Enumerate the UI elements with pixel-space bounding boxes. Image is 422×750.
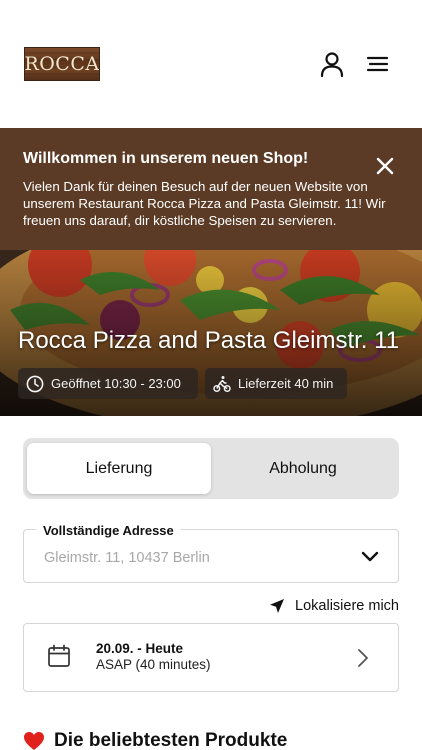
popular-products-heading: Die beliebtesten Produkte (23, 730, 287, 750)
address-label: Vollständige Adresse (36, 523, 181, 538)
locate-me-label: Lokalisiere mich (295, 598, 399, 614)
schedule-selector[interactable] (23, 623, 399, 692)
rocca-logo[interactable]: ROCCA (24, 47, 100, 81)
popular-products-title: Die beliebtesten Produkte (54, 730, 288, 750)
user-icon (320, 52, 344, 77)
pickup-option[interactable]: Abholung (211, 443, 395, 494)
locate-me-button[interactable]: Lokalisiere mich (269, 598, 399, 614)
chevron-right-icon[interactable] (356, 648, 370, 668)
logo-text: ROCCA (24, 53, 100, 75)
address-input[interactable] (44, 550, 344, 566)
delivery-time-text: Lieferzeit 40 min (238, 376, 334, 391)
location-arrow-icon (270, 599, 285, 613)
welcome-banner: Willkommen in unserem neuen Shop! Vielen… (0, 128, 422, 250)
calendar-icon (48, 644, 70, 667)
restaurant-name: Rocca Pizza and Pasta Gleimstr. 11 (18, 327, 400, 354)
delivery-time-chip: Lieferzeit 40 min (205, 368, 347, 399)
restaurant-hero: Rocca Pizza and Pasta Gleimstr. 11 Geöff… (0, 250, 422, 416)
app-header: ROCCA (0, 0, 422, 128)
hamburger-menu-icon (366, 56, 389, 72)
account-button[interactable] (319, 50, 345, 78)
delivery-option[interactable]: Lieferung (27, 443, 211, 494)
opening-hours-text: Geöffnet 10:30 - 23:00 (51, 376, 181, 391)
menu-button[interactable] (364, 50, 390, 78)
banner-title: Willkommen in unserem neuen Shop! (23, 150, 309, 167)
opening-hours-chip: Geöffnet 10:30 - 23:00 (18, 368, 198, 399)
banner-text: Vielen Dank für deinen Besuch auf der ne… (23, 179, 386, 228)
schedule-time: ASAP (40 minutes) (96, 657, 211, 672)
heart-icon (24, 732, 44, 750)
clock-icon (26, 375, 44, 392)
delivery-bike-icon (213, 375, 231, 392)
chevron-down-icon[interactable] (360, 549, 380, 565)
close-icon[interactable] (375, 156, 395, 176)
schedule-date: 20.09. - Heute (96, 641, 184, 656)
order-mode-toggle: Lieferung Abholung (23, 438, 399, 499)
